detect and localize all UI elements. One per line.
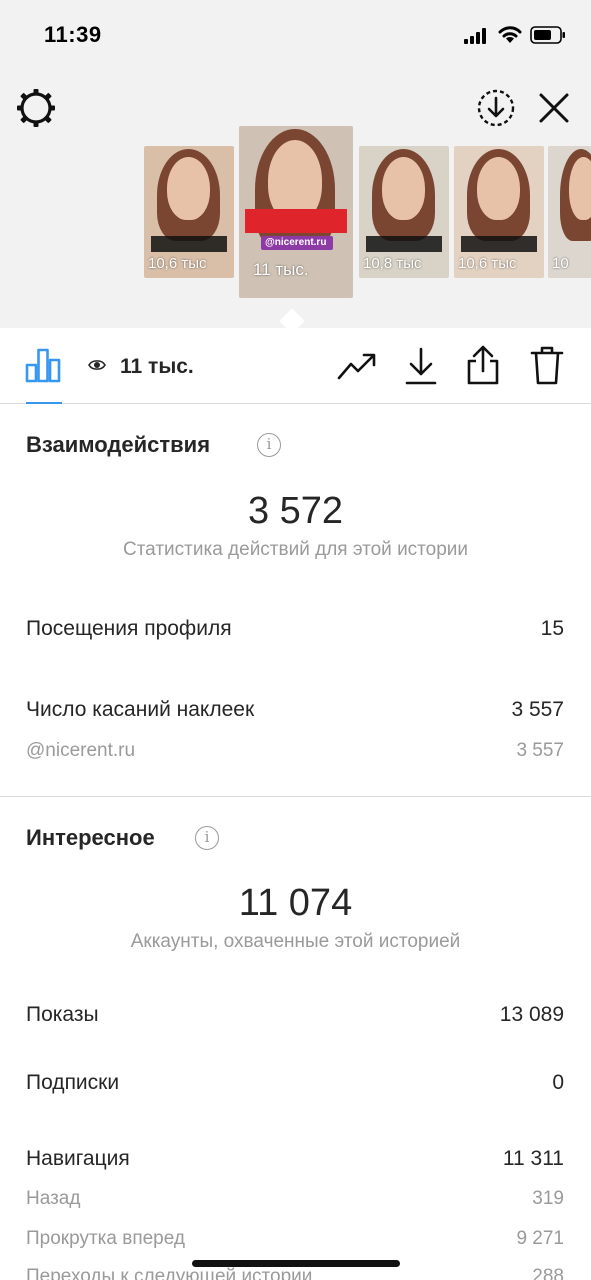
row-label: Навигация xyxy=(26,1147,130,1170)
story-header-area: 11:39 10,6 тыс @nicerent.ru 11 тыс. 10,8… xyxy=(0,0,591,328)
signal-icon xyxy=(464,28,490,44)
active-tab-indicator xyxy=(26,402,62,404)
story-thumbnail[interactable]: 10,6 тыс xyxy=(454,146,544,278)
status-time: 11:39 xyxy=(44,22,102,47)
section-title-interactions: Взаимодействия xyxy=(26,432,211,457)
sub-row-value: 319 xyxy=(532,1188,564,1209)
bar-chart-icon[interactable] xyxy=(24,346,62,384)
interactions-total: 3 572 xyxy=(247,490,344,532)
status-bar: 11:39 xyxy=(0,0,591,70)
sub-row-label: @nicerent.ru xyxy=(26,740,136,761)
section-title-discovery: Интересное xyxy=(26,825,155,850)
promote-trend-icon[interactable] xyxy=(337,348,377,382)
row-value: 13 089 xyxy=(499,1003,564,1026)
interactions-caption: Статистика действий для этой истории xyxy=(122,539,469,560)
story-thumbnail[interactable]: 10,8 тыс xyxy=(359,146,449,278)
discovery-total: 11 074 xyxy=(238,882,353,924)
eye-icon xyxy=(88,360,106,370)
trash-icon[interactable] xyxy=(530,344,564,386)
sub-row-label: Прокрутка вперед xyxy=(26,1228,185,1249)
story-thumbnails: 10,6 тыс @nicerent.ru 11 тыс. 10,8 тыс 1… xyxy=(0,120,591,310)
story-views: 10,6 тыс xyxy=(458,255,517,272)
wifi-icon xyxy=(498,26,522,43)
row-label: Показы xyxy=(26,1003,99,1026)
home-indicator[interactable] xyxy=(192,1260,400,1267)
story-views: 10,6 тыс xyxy=(148,255,207,272)
story-views: 11 тыс. xyxy=(253,260,309,279)
story-thumbnail-selected[interactable]: @nicerent.ru 11 тыс. xyxy=(239,126,353,298)
row-value: 3 557 xyxy=(511,698,564,721)
battery-icon xyxy=(530,26,565,44)
info-icon[interactable]: i xyxy=(257,433,281,457)
sub-row-value: 3 557 xyxy=(516,740,564,761)
story-thumbnail[interactable]: 10,6 тыс xyxy=(144,146,234,278)
insights-toolbar: 11 тыс. xyxy=(0,328,591,404)
story-views: 10 xyxy=(552,255,569,272)
sub-row-label: Переходы к следующей истории xyxy=(26,1266,313,1280)
info-icon[interactable]: i xyxy=(195,826,219,850)
story-thumbnail[interactable]: 10 xyxy=(548,146,591,278)
discovery-caption: Аккаунты, охваченные этой историей xyxy=(130,931,461,952)
row-value: 0 xyxy=(552,1071,564,1094)
story-views: 10,8 тыс xyxy=(363,255,422,272)
download-icon[interactable] xyxy=(404,346,438,386)
views-count: 11 тыс. xyxy=(120,355,194,378)
row-label: Число касаний наклеек xyxy=(26,698,255,721)
share-icon[interactable] xyxy=(466,344,500,386)
sticker-tag: @nicerent.ru xyxy=(265,237,327,249)
row-label: Посещения профиля xyxy=(26,617,232,640)
sub-row-label: Назад xyxy=(26,1188,81,1209)
sub-row-value: 288 xyxy=(532,1266,564,1280)
section-divider xyxy=(0,796,591,797)
sub-row-value: 9 271 xyxy=(516,1228,564,1249)
row-label: Подписки xyxy=(26,1071,120,1094)
row-value: 11 311 xyxy=(502,1147,564,1170)
row-value: 15 xyxy=(540,617,564,640)
